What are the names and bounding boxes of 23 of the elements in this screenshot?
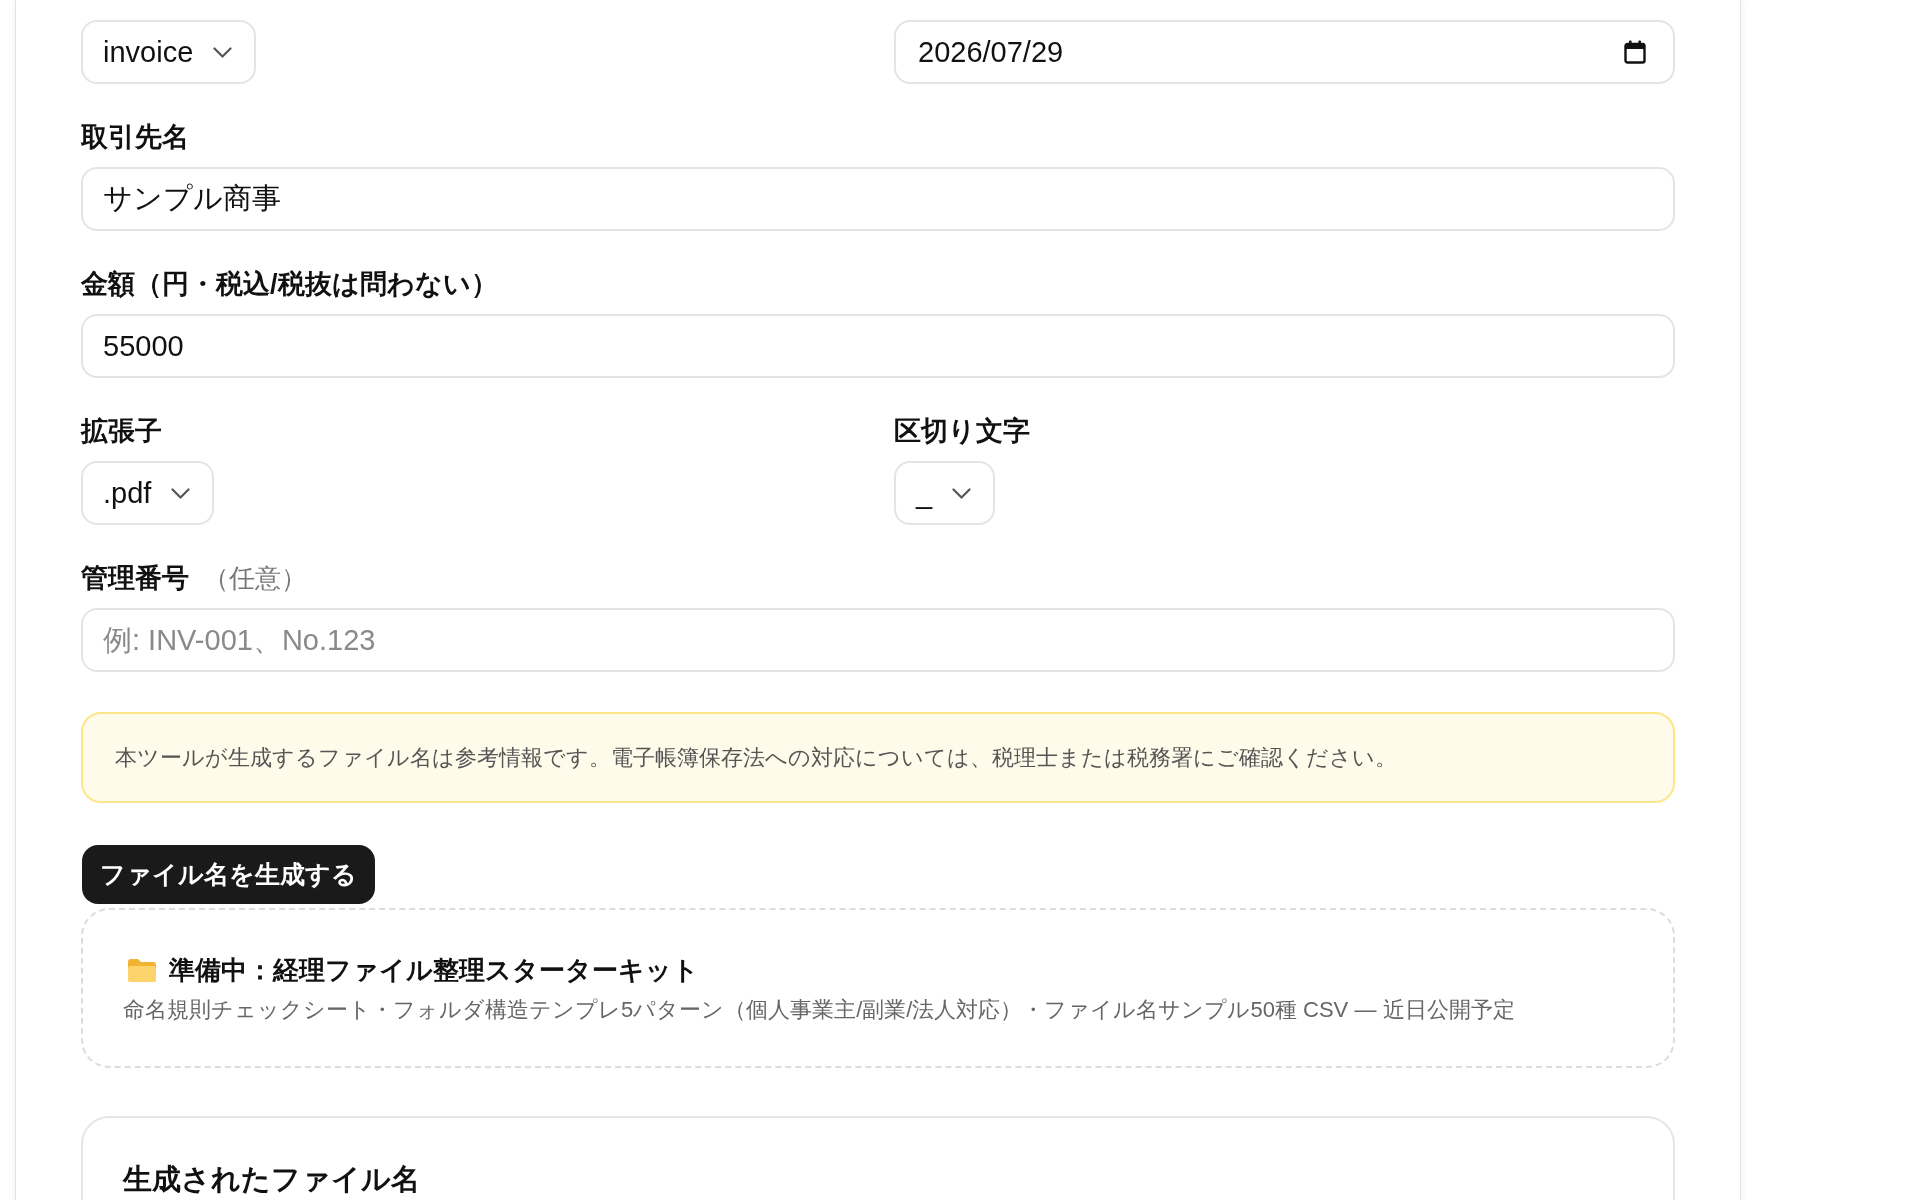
dropdown[interactable]: invoice xyxy=(81,20,257,84)
calendar-icon[interactable] xyxy=(1624,40,1646,64)
chevron-down-icon xyxy=(171,487,191,499)
coming-soon-description: 命名規則チェックシート・フォルダ構造テンプレ5パターン（個人事業主/副業/法人対応）・ファイル名サンプル50種 CSV — 近日公開予定 xyxy=(123,996,1516,1024)
chevron-down-icon xyxy=(952,487,972,499)
chevron-down-icon xyxy=(213,46,233,58)
field-label: 拡張子 xyxy=(81,415,162,448)
disclaimer-notice: 本ツールが生成するファイル名は参考情報です。電子帳簿保存法への対応については、税理士または税務署にご確認ください。 xyxy=(81,712,1675,803)
field-label: 区切り文字 xyxy=(894,415,1030,448)
folder-icon xyxy=(127,957,157,983)
text-field[interactable]: サンプル商事 xyxy=(81,167,1675,231)
result-heading: 生成されたファイル名 xyxy=(123,1162,421,1196)
text-field[interactable]: 55000 xyxy=(81,314,1675,378)
field-label: 管理番号 xyxy=(81,562,189,595)
coming-soon-title: 準備中：経理ファイル整理スターターキット xyxy=(169,954,699,987)
optional-note: （任意） xyxy=(203,562,307,595)
dropdown[interactable]: _ xyxy=(894,461,996,525)
field-label: 金額（円・税込/税抜は問わない） xyxy=(81,268,498,301)
generate-button[interactable]: ファイル名を生成する xyxy=(82,845,375,904)
date-field[interactable]: 2026/07/29 xyxy=(894,20,1675,84)
text-field[interactable]: 例: INV-001、No.123 xyxy=(81,608,1675,672)
field-label: 取引先名 xyxy=(81,121,189,154)
dropdown[interactable]: .pdf xyxy=(81,461,215,525)
